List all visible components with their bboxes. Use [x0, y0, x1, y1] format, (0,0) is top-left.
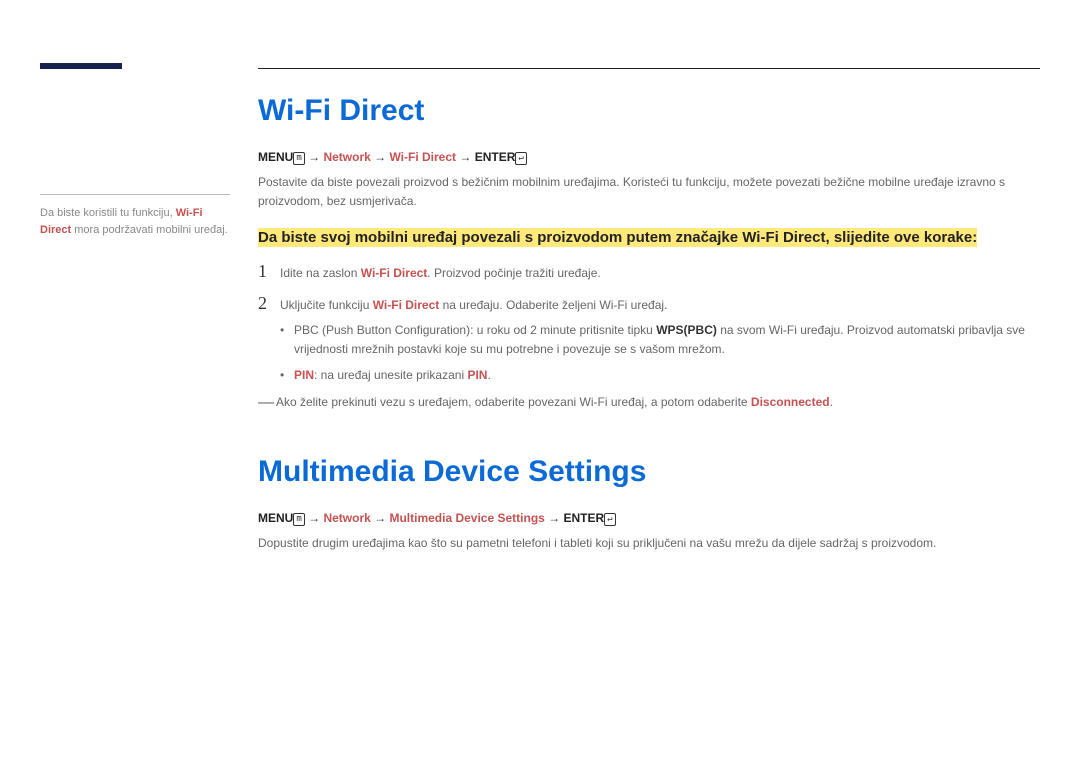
- sub-pin-label: PIN: [294, 368, 314, 382]
- footnote-post: .: [830, 395, 833, 409]
- nav-arrow: →: [305, 150, 324, 164]
- step-2-post: na uređaju. Odaberite željeni Wi-Fi uređ…: [439, 298, 667, 312]
- step-1-number: 1: [258, 261, 280, 282]
- section1-highlight-row: Da biste svoj mobilni uređaj povezali s …: [258, 225, 1040, 251]
- section1-highlight: Da biste svoj mobilni uređaj povezali s …: [258, 228, 977, 247]
- section2-nav-path: MENUm → Network → Multimedia Device Sett…: [258, 511, 1040, 526]
- nav-arrow: →: [456, 150, 475, 164]
- step-2: 2 Uključite funkciju Wi-Fi Direct na ure…: [258, 293, 1040, 315]
- sub-bullet-pin: • PIN: na uređaj unesite prikazani PIN.: [280, 366, 1040, 385]
- sub-pin-mid: : na uređaj unesite prikazani: [314, 368, 467, 382]
- footnote-dash-icon: ―: [258, 395, 276, 411]
- enter-icon: ↵: [604, 513, 615, 526]
- nav-menu-label: MENU: [258, 511, 293, 525]
- sub-bullet-pbc: • PBC (Push Button Configuration): u rok…: [280, 321, 1040, 359]
- sub-pbc-bold: WPS(PBC): [656, 323, 717, 337]
- manual-page: Da biste koristili tu funkciju, Wi-Fi Di…: [0, 0, 1080, 763]
- nav-wifi-direct: Wi-Fi Direct: [389, 150, 456, 164]
- step-2-body: Uključite funkciju Wi-Fi Direct na uređa…: [280, 296, 1040, 315]
- sub-pbc-body: PBC (Push Button Configuration): u roku …: [294, 321, 1040, 359]
- nav-menu-label: MENU: [258, 150, 293, 164]
- nav-network: Network: [323, 511, 370, 525]
- section1-title: Wi-Fi Direct: [258, 94, 1040, 128]
- bullet-dot: •: [280, 366, 294, 385]
- sub-pin-end: .: [487, 368, 490, 382]
- footnote-pre: Ako želite prekinuti vezu s uređajem, od…: [276, 395, 751, 409]
- sidebar-note-pre: Da biste koristili tu funkciju,: [40, 207, 176, 219]
- enter-icon: ↵: [515, 152, 526, 165]
- section2-description: Dopustite drugim uređajima kao što su pa…: [258, 534, 1040, 553]
- sidebar-note: Da biste koristili tu funkciju, Wi-Fi Di…: [40, 194, 230, 238]
- footnote-body: Ako želite prekinuti vezu s uređajem, od…: [276, 395, 833, 409]
- step-1-post: . Proizvod počinje tražiti uređaje.: [427, 266, 600, 280]
- section1-nav-path: MENUm → Network → Wi-Fi Direct → ENTER↵: [258, 150, 1040, 165]
- nav-arrow: →: [545, 511, 564, 525]
- sub-pin-body: PIN: na uređaj unesite prikazani PIN.: [294, 366, 1040, 385]
- menu-icon: m: [293, 513, 304, 526]
- nav-mds: Multimedia Device Settings: [389, 511, 544, 525]
- header-accent-bar: [40, 63, 122, 69]
- sub-pbc-pre: PBC (Push Button Configuration): u roku …: [294, 323, 656, 337]
- sub-pin-value: PIN: [467, 368, 487, 382]
- section1-description: Postavite da biste povezali proizvod s b…: [258, 173, 1040, 211]
- footnote-accent: Disconnected: [751, 395, 830, 409]
- nav-arrow: →: [371, 150, 390, 164]
- section1-footnote: ― Ako želite prekinuti vezu s uređajem, …: [258, 395, 1040, 411]
- main-content: Wi-Fi Direct MENUm → Network → Wi-Fi Dir…: [258, 94, 1040, 567]
- step-1-accent: Wi-Fi Direct: [361, 266, 428, 280]
- step-2-accent: Wi-Fi Direct: [373, 298, 440, 312]
- nav-arrow: →: [305, 511, 324, 525]
- header-rule: [258, 68, 1040, 69]
- step-2-pre: Uključite funkciju: [280, 298, 373, 312]
- menu-icon: m: [293, 152, 304, 165]
- step-2-number: 2: [258, 293, 280, 314]
- step-1-body: Idite na zaslon Wi-Fi Direct. Proizvod p…: [280, 264, 1040, 283]
- nav-network: Network: [323, 150, 370, 164]
- step-1-pre: Idite na zaslon: [280, 266, 361, 280]
- nav-arrow: →: [371, 511, 390, 525]
- step-1: 1 Idite na zaslon Wi-Fi Direct. Proizvod…: [258, 261, 1040, 283]
- bullet-dot: •: [280, 321, 294, 340]
- nav-enter-label: ENTER: [475, 150, 516, 164]
- sub-bullet-list: • PBC (Push Button Configuration): u rok…: [280, 321, 1040, 385]
- section2-title: Multimedia Device Settings: [258, 455, 1040, 489]
- nav-enter-label: ENTER: [564, 511, 605, 525]
- sidebar-note-post: mora podržavati mobilni uređaj.: [71, 224, 228, 236]
